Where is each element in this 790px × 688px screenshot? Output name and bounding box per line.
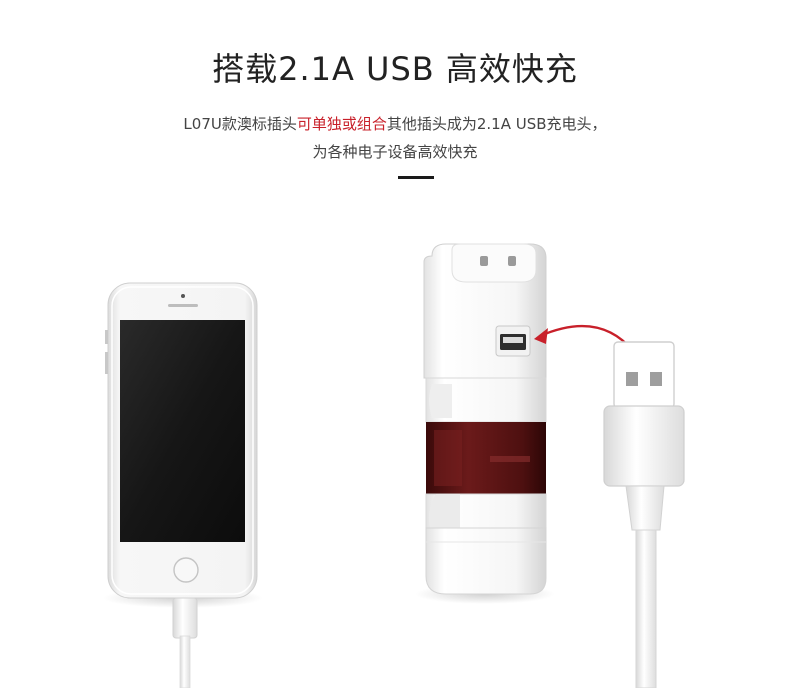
usb-cable-icon	[603, 341, 685, 688]
travel-adapter-icon	[415, 243, 555, 604]
product-illustration	[103, 243, 685, 688]
usb-port-icon	[495, 325, 531, 357]
smartphone-icon	[103, 282, 263, 608]
lightning-cable	[172, 597, 198, 688]
